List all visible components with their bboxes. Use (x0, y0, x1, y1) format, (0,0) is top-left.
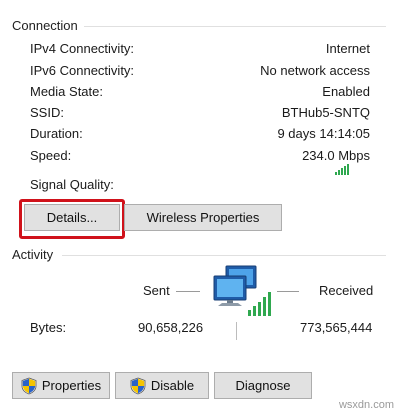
ipv6-label: IPv6 Connectivity: (30, 63, 135, 78)
received-dash (277, 291, 299, 292)
wireless-properties-label: Wireless Properties (146, 210, 260, 225)
media-state-label: Media State: (30, 84, 103, 99)
bytes-label: Bytes: (30, 320, 67, 335)
signal-quality-label: Signal Quality: (30, 177, 114, 192)
media-state-value: Enabled (322, 84, 370, 99)
activity-divider (62, 255, 386, 256)
duration-label: Duration: (30, 126, 83, 141)
properties-button[interactable]: Properties (12, 372, 110, 399)
sent-label: Sent (143, 283, 170, 298)
ssid-label: SSID: (30, 105, 64, 120)
ipv6-value: No network access (260, 63, 370, 78)
ssid-value: BTHub5-SNTQ (281, 105, 370, 120)
sent-dash (176, 291, 200, 292)
details-button-label: Details... (46, 210, 98, 225)
ipv4-value: Internet (325, 41, 370, 56)
activity-center-tick (236, 322, 237, 340)
signal-bar (338, 170, 340, 175)
signal-strength-icon (335, 164, 349, 175)
signal-bar (341, 168, 343, 175)
bytes-sent-value: 90,658,226 (138, 320, 204, 335)
uac-shield-icon (21, 377, 37, 395)
watermark: wsxdn.com (338, 399, 394, 411)
received-label: Received (319, 283, 374, 298)
wireless-properties-button[interactable]: Wireless Properties (124, 204, 282, 231)
details-button[interactable]: Details... (24, 204, 120, 231)
speed-value: 234.0 Mbps (302, 148, 370, 163)
disable-button[interactable]: Disable (115, 372, 209, 399)
speed-label: Speed: (30, 148, 72, 163)
activity-section-title: Activity (12, 247, 54, 262)
network-computers-icon (208, 262, 272, 320)
duration-value: 9 days 14:14:05 (277, 126, 370, 141)
properties-button-label: Properties (41, 378, 102, 393)
uac-shield-icon (130, 377, 146, 395)
ipv4-label: IPv4 Connectivity: (30, 41, 135, 56)
signal-bar (347, 164, 349, 175)
signal-bar (344, 166, 346, 175)
bytes-received-value: 773,565,444 (300, 320, 373, 335)
connection-section-title: Connection (12, 18, 78, 33)
diagnose-button-label: Diagnose (235, 378, 291, 393)
connection-divider (84, 26, 386, 27)
signal-bar (335, 172, 337, 175)
disable-button-label: Disable (150, 378, 195, 393)
diagnose-button[interactable]: Diagnose (214, 372, 312, 399)
